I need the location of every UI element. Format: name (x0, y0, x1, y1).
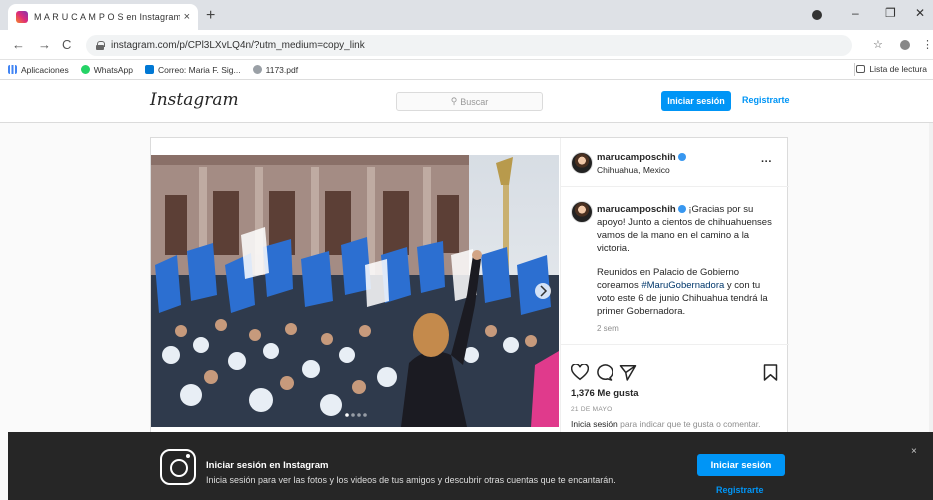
header-divider (561, 186, 789, 187)
save-bookmark-icon[interactable] (763, 364, 778, 381)
bookmark-star-icon[interactable]: ☆ (873, 38, 883, 51)
tab-close-icon[interactable]: × (184, 11, 190, 23)
post-caption: marucamposchih ¡Gracias por su apoyo! Ju… (597, 203, 777, 255)
bookmarks-divider (854, 63, 855, 76)
browser-menu-icon[interactable]: ⋮ (922, 38, 933, 51)
lock-icon[interactable] (96, 41, 105, 50)
minimize-button[interactable]: – (852, 6, 859, 20)
like-heart-icon[interactable] (571, 364, 589, 381)
outlook-icon (144, 65, 154, 74)
hashtag-link[interactable]: #MaruGobernadora (641, 280, 724, 291)
profile-indicator-icon[interactable] (812, 10, 822, 20)
bookmark-outlook[interactable]: Correo: Maria F. Sig... (144, 64, 241, 75)
verified-icon (677, 153, 686, 162)
post-location[interactable]: Chihuahua, Mexico (597, 165, 670, 175)
login-prompt-link[interactable]: Inicia sesión (571, 419, 618, 429)
reading-list-button[interactable]: Lista de lectura (856, 64, 927, 74)
browser-tab-strip: M A R U C A M P O S en Instagram × + – ❐… (0, 0, 933, 30)
tab-title: M A R U C A M P O S en Instagram (34, 12, 180, 22)
instagram-header: Instagram ⚲ Buscar Iniciar sesión Regist… (0, 80, 933, 123)
address-bar-row: ← → C instagram.com/p/CPl3LXvLQ4n/?utm_m… (0, 30, 933, 60)
likes-count[interactable]: 1,376 Me gusta (571, 388, 639, 399)
post-photo[interactable] (151, 155, 559, 427)
bookmark-label: WhatsApp (93, 64, 133, 75)
login-to-like-prompt: Inicia sesión para indicar que te gusta … (571, 419, 781, 429)
author-name[interactable]: marucamposchih (597, 152, 676, 163)
post-author[interactable]: marucamposchih (597, 152, 686, 163)
more-options-icon[interactable]: ··· (761, 156, 772, 168)
page-scrollbar[interactable] (929, 123, 933, 432)
post-caption-2: Reunidos en Palacio de Gobierno coreamos… (597, 266, 777, 318)
back-icon[interactable]: ← (12, 37, 25, 52)
header-login-button[interactable]: Iniciar sesión (661, 91, 731, 111)
url-bar[interactable]: instagram.com/p/CPl3LXvLQ4n/?utm_medium=… (86, 35, 852, 56)
reload-icon[interactable]: C (62, 37, 71, 52)
post-date: 21 DE MAYO (571, 406, 613, 413)
search-placeholder: Buscar (460, 96, 489, 107)
login-banner: Iniciar sesión en Instagram Inicia sesió… (8, 432, 933, 500)
banner-signup-link[interactable]: Registrarte (716, 485, 764, 495)
caption-avatar[interactable] (571, 201, 593, 223)
search-input[interactable]: ⚲ Buscar (396, 92, 543, 111)
bookmark-apps[interactable]: Aplicaciones (8, 65, 69, 75)
search-icon: ⚲ (450, 96, 458, 106)
verified-icon (677, 205, 686, 214)
reading-list-label: Lista de lectura (869, 64, 927, 74)
forward-icon[interactable]: → (38, 37, 51, 52)
browser-tab[interactable]: M A R U C A M P O S en Instagram × (8, 4, 198, 30)
instagram-camera-icon (160, 449, 196, 485)
banner-title: Iniciar sesión en Instagram (206, 460, 329, 471)
new-tab-button[interactable]: + (206, 7, 215, 25)
bookmarks-bar: Aplicaciones WhatsApp Correo: Maria F. S… (0, 60, 933, 80)
author-avatar[interactable] (571, 152, 593, 174)
instagram-logo[interactable]: Instagram (150, 90, 239, 110)
post-card: marucamposchih Chihuahua, Mexico ··· mar… (150, 137, 789, 436)
rally-crowd-image (151, 155, 559, 427)
post-actions (571, 364, 779, 384)
close-window-button[interactable]: ✕ (915, 6, 925, 20)
bookmark-label: Aplicaciones (21, 64, 69, 75)
bookmark-label: 1173.pdf (265, 64, 299, 75)
globe-icon (252, 65, 262, 74)
share-icon[interactable] (619, 364, 637, 381)
banner-close-icon[interactable]: × (911, 446, 917, 457)
banner-login-button[interactable]: Iniciar sesión (697, 454, 785, 476)
reading-list-icon (856, 65, 866, 73)
header-signup-link[interactable]: Registrarte (742, 95, 790, 105)
apps-grid-icon (8, 65, 17, 74)
bookmark-whatsapp[interactable]: WhatsApp (80, 64, 133, 75)
comment-icon[interactable] (595, 364, 613, 381)
url-text[interactable]: instagram.com/p/CPl3LXvLQ4n/?utm_medium=… (111, 40, 365, 51)
post-sidebar: marucamposchih Chihuahua, Mexico ··· mar… (560, 138, 789, 436)
banner-subtitle: Inicia sesión para ver las fotos y los v… (206, 475, 616, 485)
bookmark-label: Correo: Maria F. Sig... (157, 64, 241, 75)
instagram-favicon-icon (16, 11, 28, 23)
restore-button[interactable]: ❐ (885, 6, 896, 20)
bookmark-pdf[interactable]: 1173.pdf (252, 64, 299, 75)
login-prompt-text: para indicar que te gusta o comentar. (617, 419, 761, 429)
post-time-ago: 2 sem (597, 324, 619, 333)
profile-avatar-icon[interactable] (900, 40, 910, 50)
caption-author[interactable]: marucamposchih (597, 204, 676, 215)
whatsapp-icon (80, 65, 90, 74)
actions-divider (561, 344, 789, 345)
